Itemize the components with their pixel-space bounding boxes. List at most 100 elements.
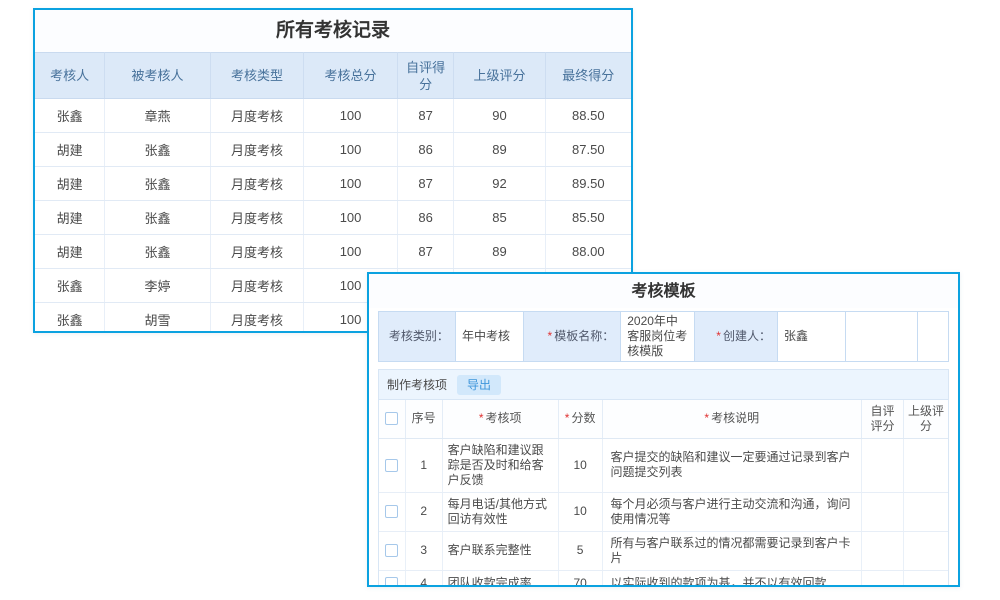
record-cell: 月度考核 (210, 99, 304, 133)
item-no-cell: 1 (405, 438, 442, 492)
records-column-header: 上级评分 (454, 53, 545, 99)
record-cell: 87 (397, 99, 454, 133)
creator-field[interactable]: 张鑫 (777, 312, 845, 362)
item-desc-cell: 所有与客户联系过的情况都需要记录到客户卡片 (602, 531, 861, 570)
record-cell: 89.50 (545, 167, 631, 201)
items-toolbar: 制作考核项 导出 (379, 370, 948, 400)
item-no-cell: 4 (405, 570, 442, 587)
row-checkbox[interactable] (385, 577, 398, 587)
category-field[interactable]: 年中考核 (455, 312, 523, 362)
records-column-header: 考核类型 (210, 53, 304, 99)
item-score-cell: 10 (558, 438, 602, 492)
record-cell: 100 (304, 235, 398, 269)
required-asterisk: * (479, 411, 484, 425)
items-header-row: 序号*考核项*分数*考核说明自评评分上级评分 (379, 400, 948, 438)
record-cell: 李婷 (105, 269, 210, 303)
make-items-label: 制作考核项 (387, 376, 447, 393)
item-name-cell: 客户缺陷和建议跟踪是否及时和给客户反馈 (442, 438, 558, 492)
select-all-checkbox[interactable] (385, 412, 398, 425)
items-column-header: *考核项 (442, 400, 558, 438)
template-form: 考核类别： 年中考核 *模板名称： 2020年中客服岗位考核模版 *创建人： 张… (378, 311, 949, 362)
item-desc-cell: 客户提交的缺陷和建议一定要通过记录到客户问题提交列表 (602, 438, 861, 492)
row-checkbox[interactable] (385, 505, 398, 518)
record-cell: 张鑫 (105, 167, 210, 201)
item-self-score-cell (862, 438, 904, 492)
template-name-label: *模板名称： (524, 312, 621, 362)
record-cell: 100 (304, 133, 398, 167)
record-cell: 89 (454, 133, 545, 167)
form-empty-cell (917, 312, 948, 362)
record-cell: 张鑫 (35, 269, 105, 303)
row-checkbox[interactable] (385, 459, 398, 472)
items-column-header: 自评评分 (862, 400, 904, 438)
record-cell: 月度考核 (210, 303, 304, 334)
item-superior-score-cell (904, 531, 948, 570)
records-column-header: 考核人 (35, 53, 105, 99)
category-label: 考核类别： (379, 312, 456, 362)
required-asterisk: * (548, 329, 553, 343)
record-cell: 85.50 (545, 201, 631, 235)
item-no-cell: 3 (405, 531, 442, 570)
record-cell: 88.00 (545, 235, 631, 269)
items-column-header: 序号 (405, 400, 442, 438)
record-cell: 月度考核 (210, 235, 304, 269)
item-self-score-cell (862, 570, 904, 587)
record-cell: 100 (304, 201, 398, 235)
record-cell: 月度考核 (210, 201, 304, 235)
record-cell: 月度考核 (210, 133, 304, 167)
items-grid: 制作考核项 导出 序号*考核项*分数*考核说明自评评分上 (378, 369, 949, 587)
item-score-cell: 70 (558, 570, 602, 587)
required-asterisk: * (704, 411, 709, 425)
record-cell: 张鑫 (35, 99, 105, 133)
record-row: 胡建张鑫月度考核100879289.50 (35, 167, 631, 201)
record-cell: 张鑫 (35, 303, 105, 334)
item-self-score-cell (862, 531, 904, 570)
item-name-cell: 团队收款完成率 (442, 570, 558, 587)
template-panel: 考核模板 考核类别： 年中考核 *模板名称： 2020年中客服岗位考核模版 *创… (367, 272, 960, 587)
record-row: 胡建张鑫月度考核100868585.50 (35, 201, 631, 235)
record-cell: 86 (397, 201, 454, 235)
record-cell: 87 (397, 167, 454, 201)
record-cell: 100 (304, 99, 398, 133)
export-button[interactable]: 导出 (457, 375, 501, 395)
form-empty-cell (846, 312, 917, 362)
item-score-cell: 10 (558, 492, 602, 531)
record-cell: 90 (454, 99, 545, 133)
item-row: 1客户缺陷和建议跟踪是否及时和给客户反馈10客户提交的缺陷和建议一定要通过记录到… (379, 438, 948, 492)
item-name-cell: 每月电话/其他方式回访有效性 (442, 492, 558, 531)
record-row: 张鑫章燕月度考核100879088.50 (35, 99, 631, 133)
record-row: 胡建张鑫月度考核100868987.50 (35, 133, 631, 167)
item-no-cell: 2 (405, 492, 442, 531)
record-cell: 88.50 (545, 99, 631, 133)
record-cell: 100 (304, 167, 398, 201)
record-cell: 87 (397, 235, 454, 269)
item-row: 2每月电话/其他方式回访有效性10每个月必须与客户进行主动交流和沟通，询问使用情… (379, 492, 948, 531)
record-cell: 张鑫 (105, 235, 210, 269)
record-cell: 张鑫 (105, 133, 210, 167)
template-panel-title: 考核模板 (369, 274, 958, 308)
record-cell: 89 (454, 235, 545, 269)
row-checkbox[interactable] (385, 544, 398, 557)
record-cell: 87.50 (545, 133, 631, 167)
records-column-header: 被考核人 (105, 53, 210, 99)
records-column-header: 自评得分 (397, 53, 454, 99)
items-column-header: *考核说明 (602, 400, 861, 438)
item-row: 3客户联系完整性5所有与客户联系过的情况都需要记录到客户卡片 (379, 531, 948, 570)
record-row: 胡建张鑫月度考核100878988.00 (35, 235, 631, 269)
record-cell: 胡建 (35, 235, 105, 269)
item-desc-cell: 以实际收到的款项为基，并不以有效回款 (602, 570, 861, 587)
template-name-field[interactable]: 2020年中客服岗位考核模版 (621, 312, 695, 362)
item-checkbox-cell (379, 531, 405, 570)
item-superior-score-cell (904, 438, 948, 492)
item-desc-cell: 每个月必须与客户进行主动交流和沟通，询问使用情况等 (602, 492, 861, 531)
record-cell: 胡雪 (105, 303, 210, 334)
records-panel-title: 所有考核记录 (35, 10, 631, 52)
item-name-cell: 客户联系完整性 (442, 531, 558, 570)
item-superior-score-cell (904, 492, 948, 531)
record-cell: 85 (454, 201, 545, 235)
item-checkbox-cell (379, 492, 405, 531)
item-row: 4团队收款完成率70以实际收到的款项为基，并不以有效回款 (379, 570, 948, 587)
records-column-header: 最终得分 (545, 53, 631, 99)
record-cell: 胡建 (35, 133, 105, 167)
record-cell: 胡建 (35, 201, 105, 235)
